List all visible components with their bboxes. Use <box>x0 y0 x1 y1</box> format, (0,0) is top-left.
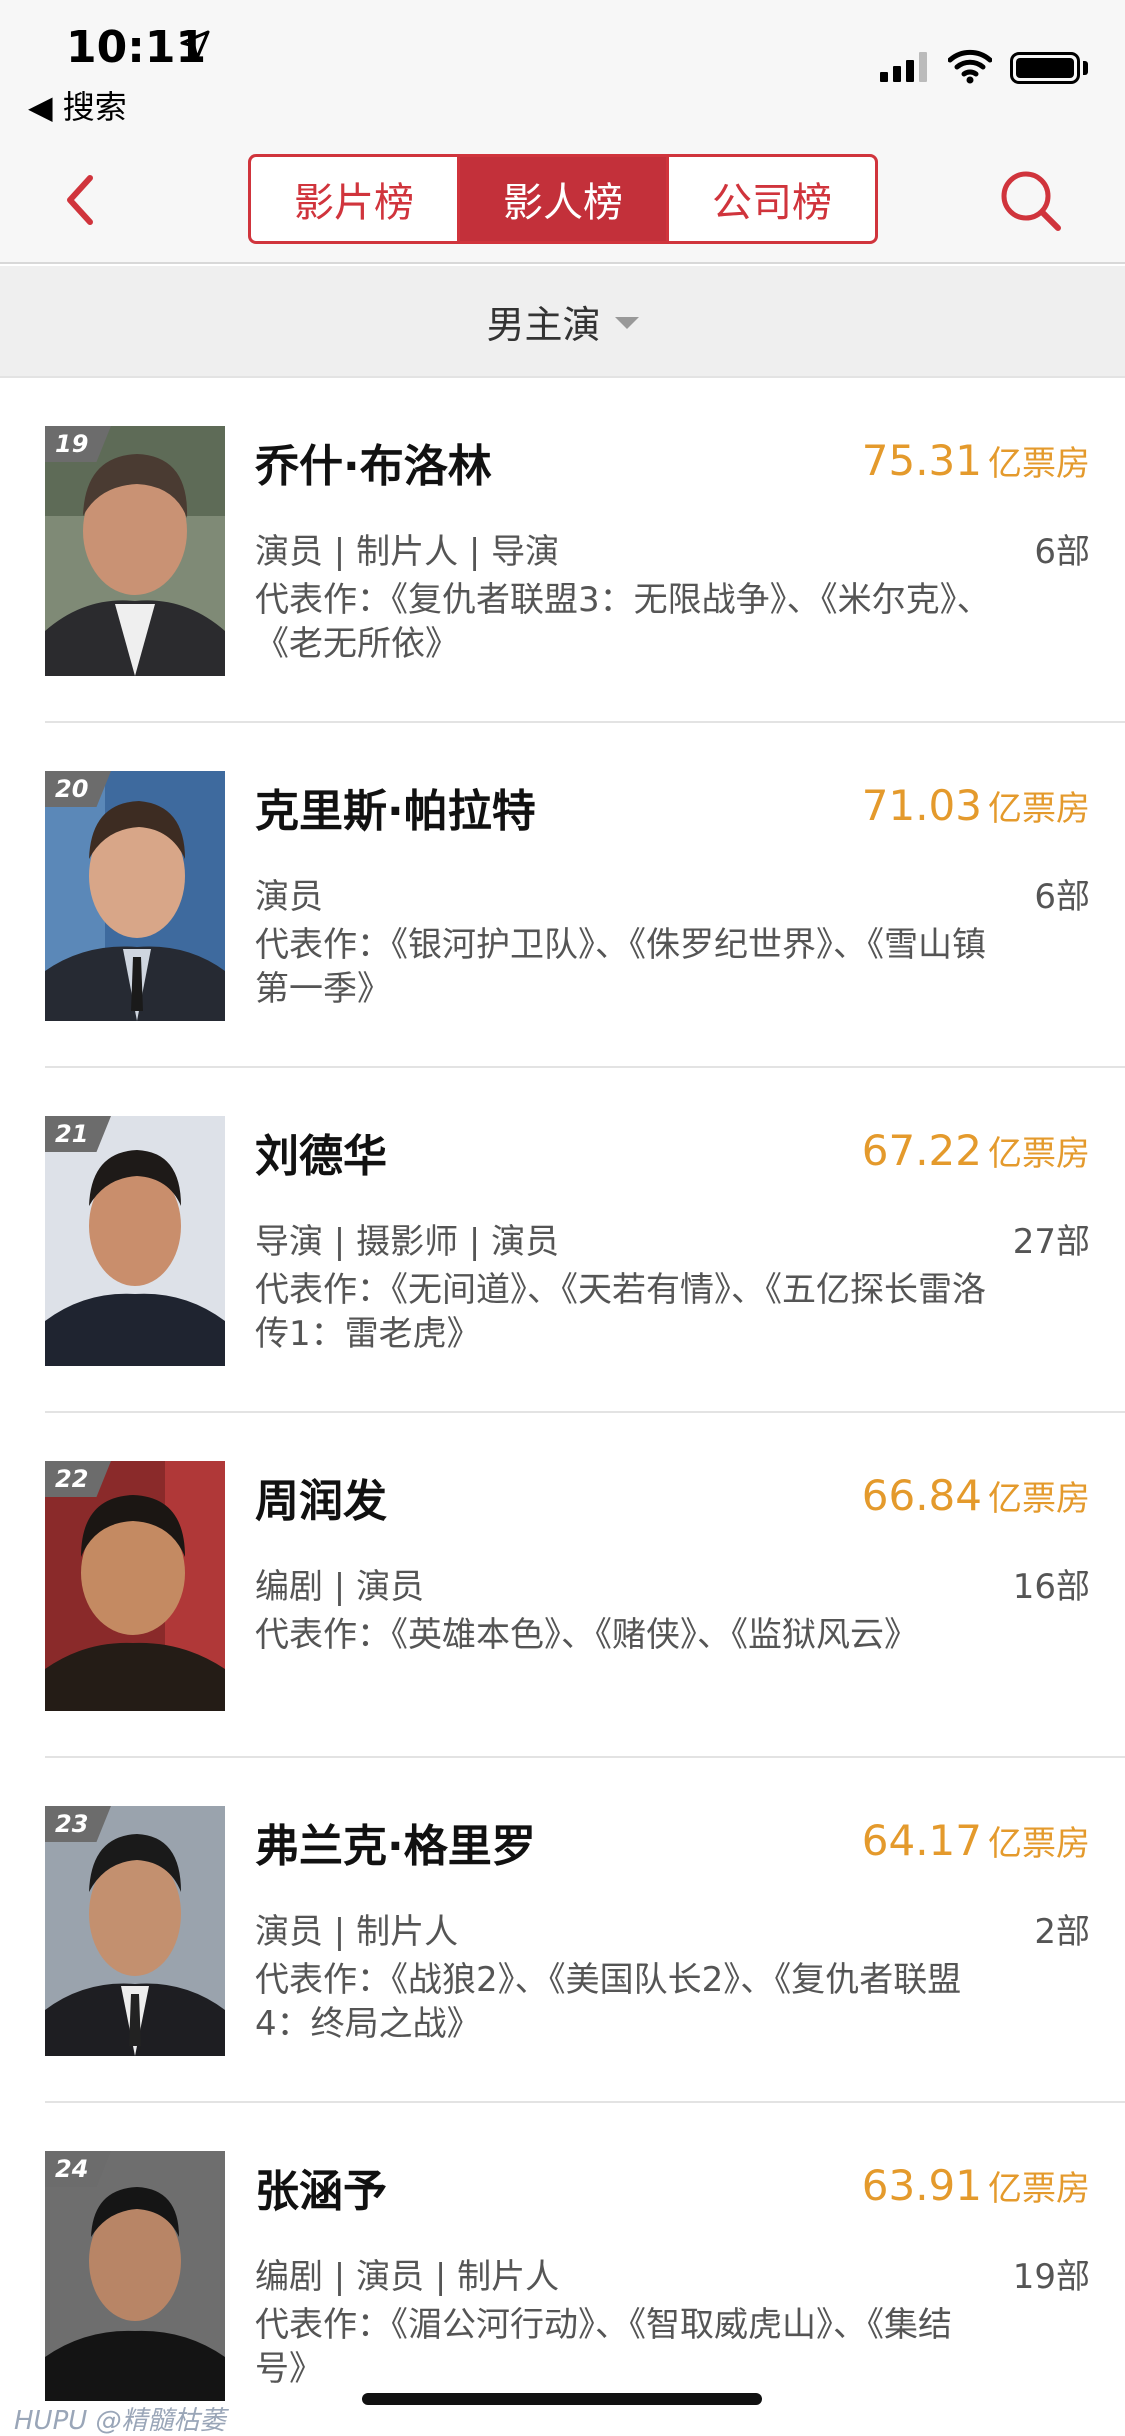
ranking-list: 19 乔什·布洛林 75.31 亿票房 演员 | 制片人 | 导演 6部 代表作… <box>0 376 1125 2436</box>
list-item[interactable]: 24 张涵予 63.91 亿票房 编剧 | 演员 | 制片人 19部 代表作：《… <box>45 2103 1125 2436</box>
back-to-app-link[interactable]: ◀ 搜索 <box>28 82 127 128</box>
film-count: 6部 <box>1034 877 1090 917</box>
battery-icon <box>1010 52 1080 84</box>
filter-label: 男主演 <box>486 302 601 347</box>
search-icon[interactable] <box>996 166 1066 236</box>
person-roles: 演员 | 制片人 | 导演 <box>255 532 560 572</box>
box-office-value: 71.03 <box>861 781 982 830</box>
film-count: 16部 <box>1012 1567 1090 1607</box>
box-office-unit: 亿票房 <box>988 1824 1090 1864</box>
avatar: 21 <box>45 1116 225 1366</box>
box-office-unit: 亿票房 <box>988 1134 1090 1174</box>
representative-works: 代表作：《战狼2》、《美国队长2》、《复仇者联盟4：终局之战》 <box>255 1960 962 2044</box>
navbar: 影片榜 影人榜 公司榜 <box>0 130 1125 264</box>
box-office: 71.03 亿票房 <box>862 781 1090 830</box>
representative-works: 代表作：《湄公河行动》、《智取威虎山》、《集结号》 <box>255 2305 952 2389</box>
list-item[interactable]: 22 周润发 66.84 亿票房 编剧 | 演员 16部 代表作：《英雄本色》、… <box>45 1413 1125 1758</box>
avatar: 22 <box>45 1461 225 1711</box>
film-count: 27部 <box>1012 1222 1090 1262</box>
box-office-value: 75.31 <box>861 436 982 485</box>
person-name: 张涵予 <box>255 2166 387 2217</box>
person-roles: 编剧 | 演员 | 制片人 <box>255 2257 560 2297</box>
person-roles: 导演 | 摄影师 | 演员 <box>255 1222 560 1262</box>
watermark: HUPU @精髓枯萎 <box>14 2406 226 2436</box>
film-count: 6部 <box>1034 532 1090 572</box>
box-office-value: 63.91 <box>861 2161 982 2210</box>
box-office: 75.31 亿票房 <box>862 436 1090 485</box>
box-office: 66.84 亿票房 <box>862 1471 1090 1520</box>
representative-works: 代表作：《复仇者联盟3：无限战争》、《米尔克》、《老无所依》 <box>255 580 991 664</box>
wifi-icon <box>948 49 992 84</box>
person-name: 刘德华 <box>255 1131 387 1182</box>
box-office-unit: 亿票房 <box>988 2169 1090 2209</box>
avatar: 24 <box>45 2151 225 2401</box>
signal-icon <box>880 52 927 82</box>
box-office-value: 64.17 <box>861 1816 982 1865</box>
person-roles: 编剧 | 演员 <box>255 1567 425 1607</box>
box-office-unit: 亿票房 <box>988 789 1090 829</box>
film-count: 2部 <box>1034 1912 1090 1952</box>
list-item[interactable]: 23 弗兰克·格里罗 64.17 亿票房 演员 | 制片人 2部 代表作：《战狼… <box>45 1758 1125 2103</box>
dropdown-caret-icon <box>614 317 639 329</box>
person-name: 周润发 <box>255 1476 387 1527</box>
box-office-unit: 亿票房 <box>988 444 1090 484</box>
location-arrow-icon <box>180 30 210 60</box>
box-office: 67.22 亿票房 <box>862 1126 1090 1175</box>
list-item[interactable]: 20 克里斯·帕拉特 71.03 亿票房 演员 6部 代表作：《银河护卫队》、《… <box>45 723 1125 1068</box>
box-office-value: 67.22 <box>861 1126 982 1175</box>
box-office: 64.17 亿票房 <box>862 1816 1090 1865</box>
tab-films[interactable]: 影片榜 <box>251 157 457 241</box>
representative-works: 代表作：《银河护卫队》、《侏罗纪世界》、《雪山镇 第一季》 <box>255 925 986 1009</box>
film-count: 19部 <box>1012 2257 1090 2297</box>
back-chevron-icon[interactable] <box>56 170 106 230</box>
ranking-segmented-control: 影片榜 影人榜 公司榜 <box>248 154 878 244</box>
status-bar: 10:11 ◀ 搜索 <box>0 0 1125 130</box>
person-roles: 演员 <box>255 877 323 917</box>
list-item[interactable]: 21 刘德华 67.22 亿票房 导演 | 摄影师 | 演员 27部 代表作：《… <box>45 1068 1125 1413</box>
box-office-value: 66.84 <box>861 1471 982 1520</box>
avatar: 19 <box>45 426 225 676</box>
representative-works: 代表作：《英雄本色》、《赌侠》、《监狱风云》 <box>255 1615 918 1655</box>
person-name: 克里斯·帕拉特 <box>255 786 536 837</box>
box-office-unit: 亿票房 <box>988 1479 1090 1519</box>
avatar: 20 <box>45 771 225 1021</box>
role-filter-dropdown[interactable]: 男主演 <box>0 266 1125 376</box>
home-indicator[interactable] <box>362 2393 762 2405</box>
list-item[interactable]: 19 乔什·布洛林 75.31 亿票房 演员 | 制片人 | 导演 6部 代表作… <box>45 378 1125 723</box>
box-office: 63.91 亿票房 <box>862 2161 1090 2210</box>
tab-companies[interactable]: 公司榜 <box>666 157 875 241</box>
person-name: 弗兰克·格里罗 <box>255 1821 536 1872</box>
battery-nub <box>1083 61 1088 75</box>
person-roles: 演员 | 制片人 <box>255 1912 459 1952</box>
person-name: 乔什·布洛林 <box>255 441 492 492</box>
tab-people[interactable]: 影人榜 <box>457 157 666 241</box>
representative-works: 代表作：《无间道》、《天若有情》、《五亿探长雷洛传1：雷老虎》 <box>255 1270 986 1354</box>
avatar: 23 <box>45 1806 225 2056</box>
